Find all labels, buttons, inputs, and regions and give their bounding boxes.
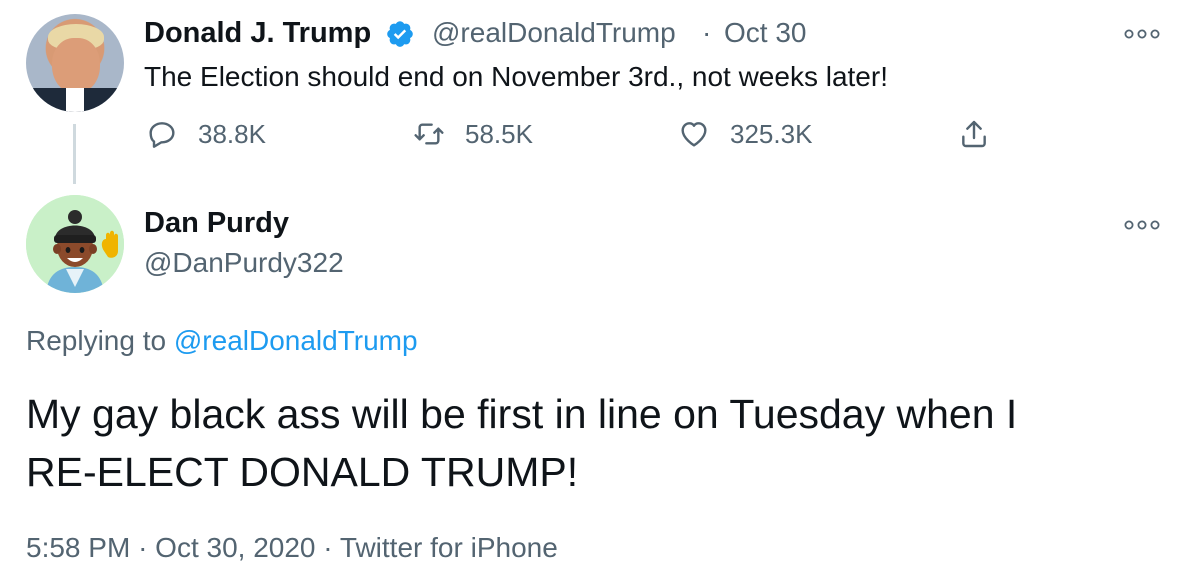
- verified-badge-icon: [387, 21, 413, 47]
- parent-tweet-date[interactable]: Oct 30: [724, 16, 806, 50]
- retweet-icon: [414, 123, 444, 145]
- retweet-action[interactable]: 58.5K: [413, 116, 533, 152]
- reply-icon: [149, 122, 175, 148]
- tweet-meta: 5:58 PM · Oct 30, 2020 · Twitter for iPh…: [26, 531, 558, 565]
- reply-author-name[interactable]: Dan Purdy: [144, 206, 289, 240]
- parent-author-name[interactable]: Donald J. Trump: [144, 16, 371, 50]
- dan-avatar[interactable]: [26, 195, 124, 293]
- reply-count: 38.8K: [198, 118, 266, 149]
- thread-connector-line: [73, 124, 76, 184]
- share-action[interactable]: [958, 116, 1010, 152]
- reply-tweet-text: My gay black ass will be first in line o…: [26, 385, 1166, 501]
- like-action[interactable]: 325.3K: [678, 116, 812, 152]
- tweet-date[interactable]: Oct 30, 2020: [155, 532, 315, 563]
- reply-text-line-1: My gay black ass will be first in line o…: [26, 391, 1018, 437]
- replying-to-line: Replying to @realDonaldTrump: [26, 324, 418, 358]
- tweet-source[interactable]: Twitter for iPhone: [340, 532, 558, 563]
- memoji-avatar-icon: [26, 195, 124, 293]
- share-icon: [962, 120, 986, 148]
- avatar-face: [52, 38, 100, 94]
- meta-separator-2: ·: [323, 532, 333, 563]
- reply-author-handle[interactable]: @DanPurdy322: [144, 246, 344, 280]
- reply-action[interactable]: 38.8K: [146, 116, 266, 152]
- parent-author-handle[interactable]: @realDonaldTrump: [432, 16, 676, 50]
- parent-tweet-text: The Election should end on November 3rd.…: [144, 61, 888, 92]
- like-count: 325.3K: [730, 118, 813, 149]
- parent-date-separator: ·: [702, 17, 712, 48]
- retweet-count: 58.5K: [465, 118, 533, 149]
- reply-text-line-2: RE-ELECT DONALD TRUMP!: [26, 449, 579, 495]
- meta-separator-1: ·: [138, 532, 148, 563]
- tweet-time[interactable]: 5:58 PM: [26, 532, 130, 563]
- more-options-icon[interactable]: [1124, 29, 1160, 39]
- replying-to-mention[interactable]: @realDonaldTrump: [174, 325, 418, 356]
- heart-icon: [681, 122, 707, 147]
- replying-to-label: Replying to: [26, 325, 167, 356]
- trump-avatar[interactable]: [26, 14, 124, 112]
- avatar-shirt: [66, 88, 84, 112]
- reply-more-options-icon[interactable]: [1124, 220, 1160, 230]
